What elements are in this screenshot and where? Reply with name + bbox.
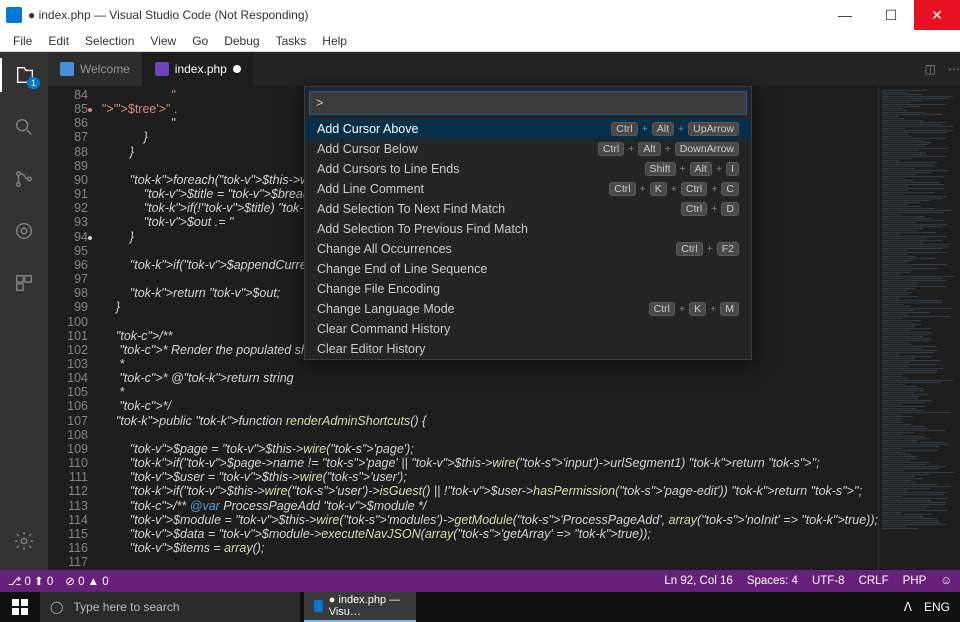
php-tab-icon: [155, 62, 169, 76]
palette-item[interactable]: Change All OccurrencesCtrl+F2: [305, 239, 751, 259]
tab-welcome[interactable]: Welcome: [48, 52, 143, 86]
status-feedback-icon[interactable]: ☺: [940, 575, 952, 587]
editor-area: Welcome index.php ◫ ⋯ 848586878889909192…: [48, 52, 960, 570]
palette-item[interactable]: Clear Command History: [305, 319, 751, 339]
tab-index-php[interactable]: index.php: [143, 52, 254, 86]
menu-debug[interactable]: Debug: [217, 32, 266, 50]
start-button[interactable]: [0, 592, 40, 622]
taskbar-vscode[interactable]: ● index.php — Visu…: [304, 592, 416, 622]
taskbar-search-placeholder: Type here to search: [73, 600, 179, 614]
menu-bar: File Edit Selection View Go Debug Tasks …: [0, 30, 960, 52]
editor-tabs: Welcome index.php ◫ ⋯: [48, 52, 960, 86]
debug-icon[interactable]: [0, 214, 48, 248]
vscode-task-icon: [314, 600, 323, 612]
explorer-icon[interactable]: 1: [0, 58, 48, 92]
window-titlebar: ● index.php — Visual Studio Code (Not Re…: [0, 0, 960, 30]
palette-item[interactable]: Change Language ModeCtrl+K+M: [305, 299, 751, 319]
line-gutter: 8485868788899091929394959697989910010110…: [48, 86, 102, 570]
explorer-badge: 1: [27, 77, 40, 89]
tray-lang[interactable]: ENG: [924, 600, 950, 614]
palette-item[interactable]: Add Line CommentCtrl+K+Ctrl+C: [305, 179, 751, 199]
dirty-indicator-icon: [233, 65, 241, 73]
windows-taskbar: ◯ Type here to search ● index.php — Visu…: [0, 592, 960, 622]
settings-icon[interactable]: [0, 524, 48, 558]
welcome-tab-icon: [60, 62, 74, 76]
status-problems[interactable]: ⊘ 0 ▲ 0: [65, 574, 108, 588]
menu-view[interactable]: View: [143, 32, 183, 50]
taskbar-search[interactable]: ◯ Type here to search: [40, 592, 300, 622]
maximize-button[interactable]: ☐: [868, 0, 914, 30]
palette-item[interactable]: Add Selection To Previous Find Match: [305, 219, 751, 239]
minimize-button[interactable]: —: [822, 0, 868, 30]
menu-tasks[interactable]: Tasks: [269, 32, 314, 50]
split-editor-icon[interactable]: ◫: [925, 62, 936, 76]
palette-item[interactable]: Add Cursor AboveCtrl+Alt+UpArrow: [305, 119, 751, 139]
window-title: ● index.php — Visual Studio Code (Not Re…: [28, 8, 822, 22]
extensions-icon[interactable]: [0, 266, 48, 300]
menu-help[interactable]: Help: [315, 32, 354, 50]
more-actions-icon[interactable]: ⋯: [948, 62, 960, 76]
menu-go[interactable]: Go: [185, 32, 215, 50]
minimap[interactable]: [878, 86, 960, 570]
search-icon[interactable]: [0, 110, 48, 144]
palette-item[interactable]: Add Selection To Next Find MatchCtrl+D: [305, 199, 751, 219]
menu-edit[interactable]: Edit: [41, 32, 76, 50]
palette-item[interactable]: Clear Editor History: [305, 339, 751, 359]
status-eol[interactable]: CRLF: [859, 575, 889, 587]
status-language[interactable]: PHP: [903, 575, 927, 587]
app-icon: [6, 7, 22, 23]
menu-selection[interactable]: Selection: [78, 32, 141, 50]
status-git[interactable]: ⎇ 0 ⬆ 0: [8, 574, 53, 588]
close-button[interactable]: ✕: [914, 0, 960, 30]
status-indent[interactable]: Spaces: 4: [747, 575, 798, 587]
status-bar: ⎇ 0 ⬆ 0 ⊘ 0 ▲ 0 Ln 92, Col 16 Spaces: 4 …: [0, 570, 960, 592]
palette-item[interactable]: Add Cursor BelowCtrl+Alt+DownArrow: [305, 139, 751, 159]
activity-bar: 1: [0, 52, 48, 570]
palette-item[interactable]: Add Cursors to Line EndsShift+Alt+I: [305, 159, 751, 179]
palette-item[interactable]: Change End of Line Sequence: [305, 259, 751, 279]
tray-up-icon[interactable]: ᐱ: [904, 600, 912, 614]
scm-icon[interactable]: [0, 162, 48, 196]
cortana-icon: ◯: [50, 600, 63, 614]
palette-item[interactable]: Change File Encoding: [305, 279, 751, 299]
command-palette: > Add Cursor AboveCtrl+Alt+UpArrowAdd Cu…: [304, 86, 752, 360]
status-encoding[interactable]: UTF-8: [812, 575, 845, 587]
menu-file[interactable]: File: [6, 32, 39, 50]
command-palette-input[interactable]: >: [309, 91, 747, 115]
status-cursor[interactable]: Ln 92, Col 16: [664, 575, 732, 587]
